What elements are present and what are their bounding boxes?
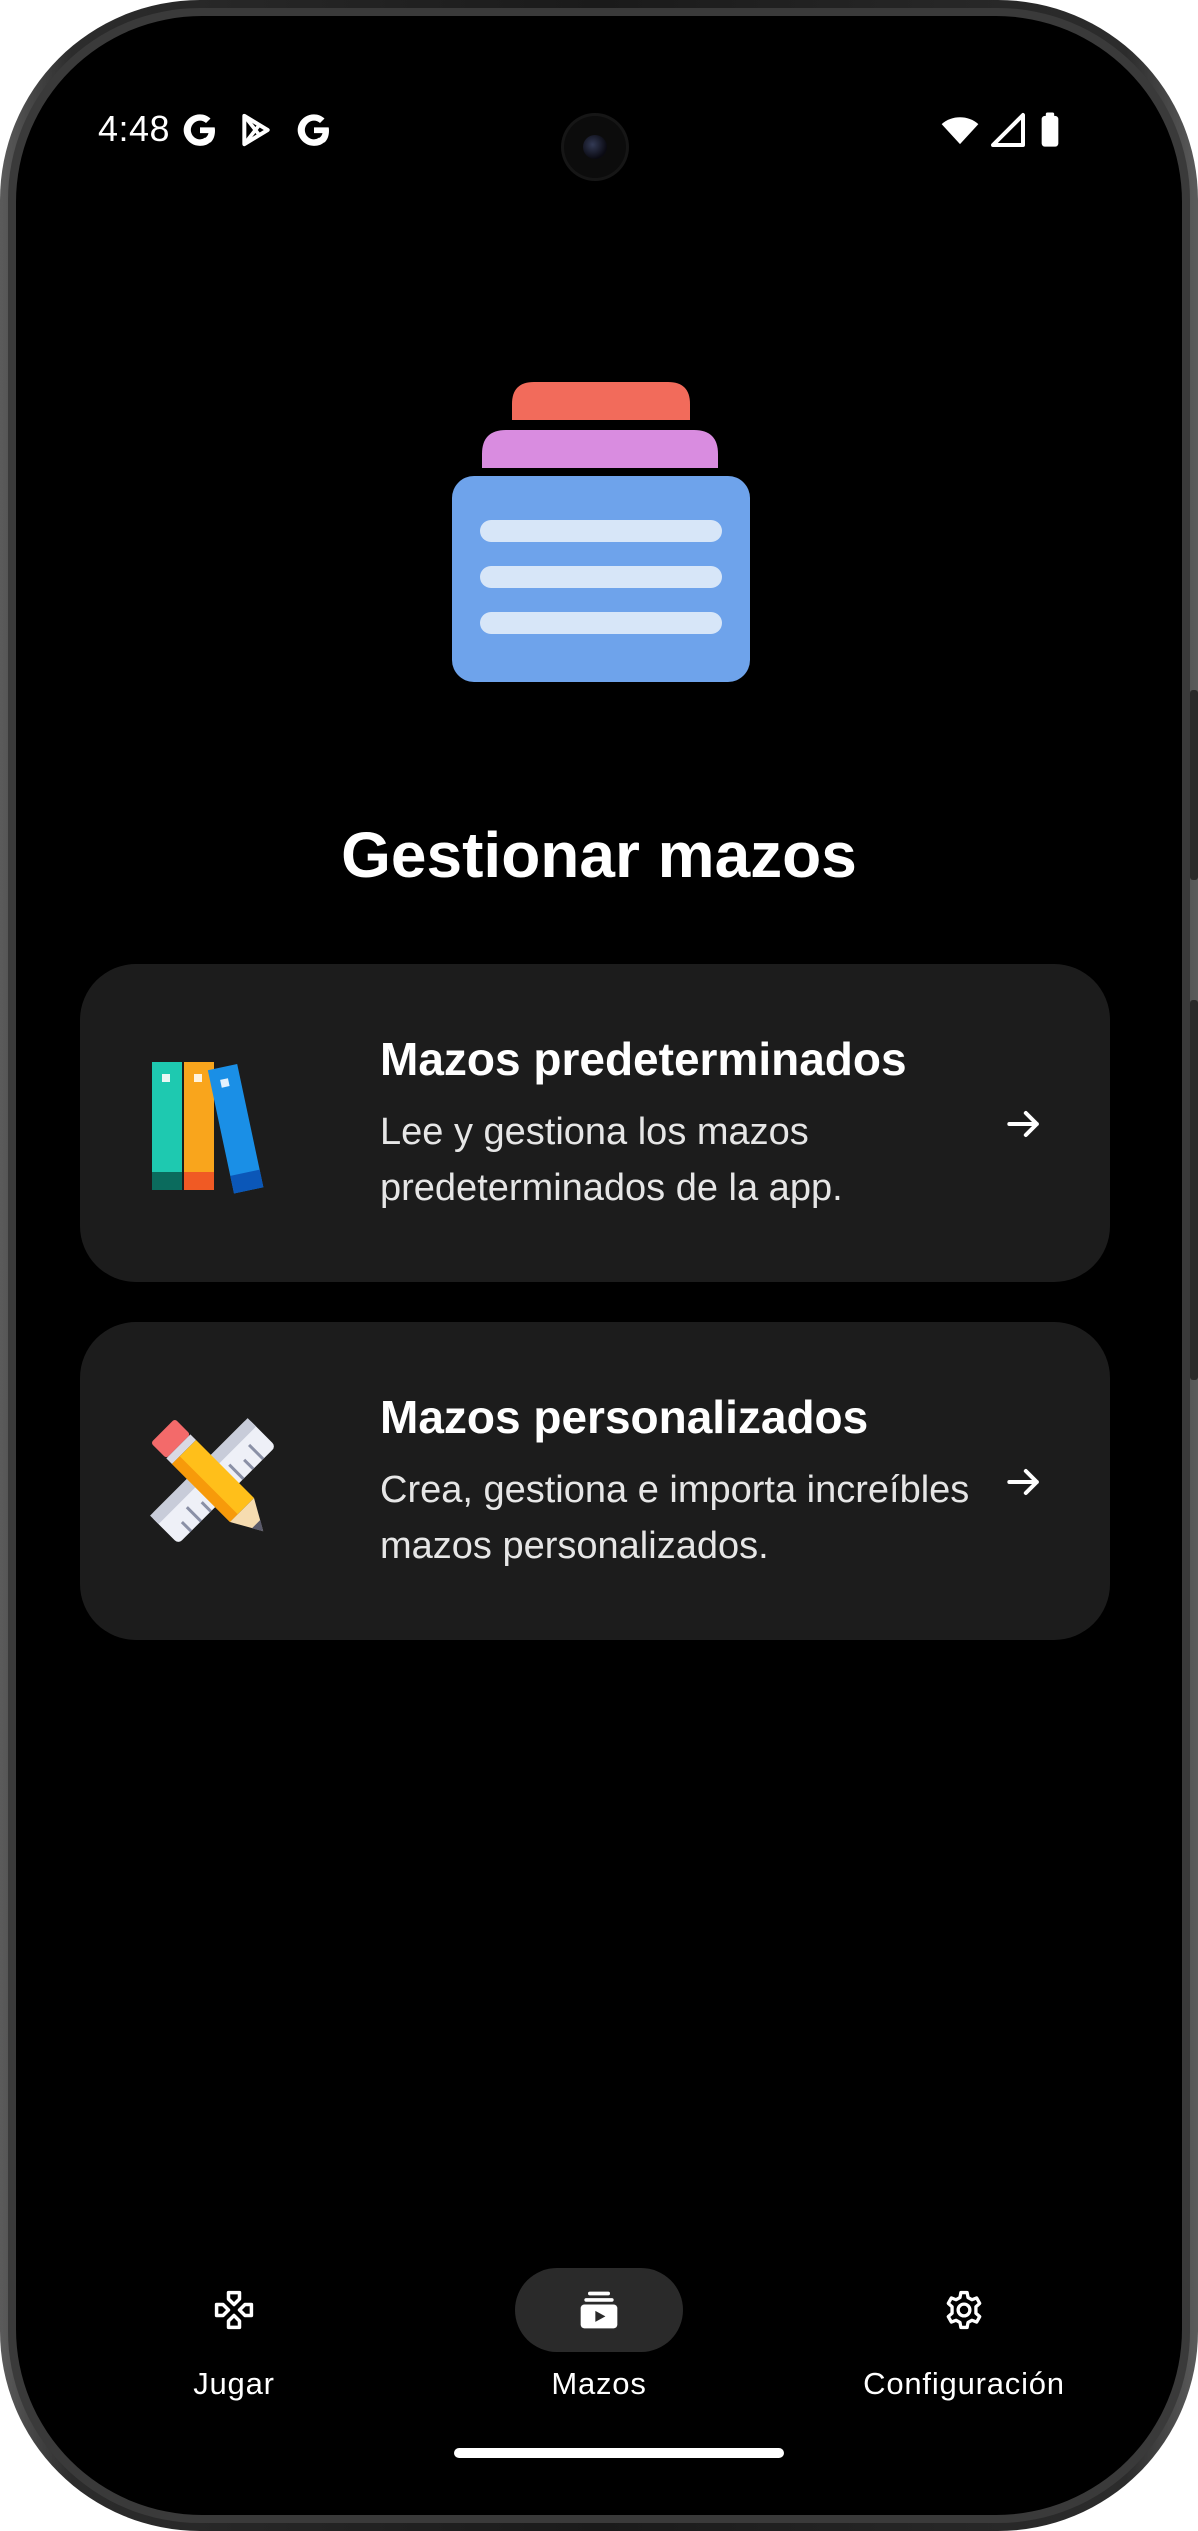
nav-label: Mazos: [551, 2366, 647, 2401]
card-description: Lee y gestiona los mazos predeterminados…: [380, 1111, 843, 1209]
nav-label: Configuración: [863, 2366, 1065, 2401]
nav-item-jugar[interactable]: Jugar: [84, 2232, 384, 2401]
status-bar: 4:48: [22, 22, 1176, 182]
cell-signal-icon: [991, 113, 1025, 147]
books-icon: [152, 1062, 264, 1194]
pencil-ruler-icon: [150, 1418, 274, 1542]
page-title: Gestionar mazos: [341, 819, 857, 891]
arrow-right-icon[interactable]: [1002, 1102, 1046, 1146]
card-deck-icon: [452, 382, 750, 682]
gamepad-icon: [214, 2290, 254, 2330]
card-title: Mazos predeterminados: [380, 1033, 907, 1085]
battery-icon: [1041, 112, 1059, 147]
deck-play-icon: [580, 2291, 618, 2329]
gear-icon: [946, 2290, 982, 2330]
play-store-icon: [242, 113, 270, 147]
app-screen: 4:48 Gestionar mazos Mazos predeterminad…: [22, 22, 1176, 2509]
nav-label: Jugar: [193, 2366, 275, 2401]
power-button: [1190, 1000, 1198, 1380]
arrow-right-icon[interactable]: [1002, 1460, 1046, 1504]
google-g-icon: [183, 114, 215, 146]
card-description: Crea, gestiona e importa increíbles mazo…: [380, 1469, 970, 1567]
default-decks-card[interactable]: Mazos predeterminados Lee y gestiona los…: [80, 964, 1110, 1282]
nav-item-mazos[interactable]: Mazos: [449, 2232, 749, 2401]
phone-screenshot: 4:48 Gestionar mazos Mazos predeterminad…: [0, 0, 1198, 2531]
volume-button: [1190, 690, 1198, 880]
wifi-icon: [941, 117, 979, 145]
card-title: Mazos personalizados: [380, 1391, 869, 1443]
home-indicator[interactable]: [454, 2448, 784, 2458]
custom-decks-card[interactable]: Mazos personalizados Crea, gestiona e im…: [80, 1322, 1110, 1640]
bottom-navigation: Jugar Mazos Configuración: [22, 2232, 1176, 2432]
status-time: 4:48: [98, 108, 171, 149]
nav-item-configuracion[interactable]: Configuración: [814, 2232, 1114, 2401]
google-g-icon: [297, 114, 329, 146]
front-camera: [564, 116, 626, 178]
